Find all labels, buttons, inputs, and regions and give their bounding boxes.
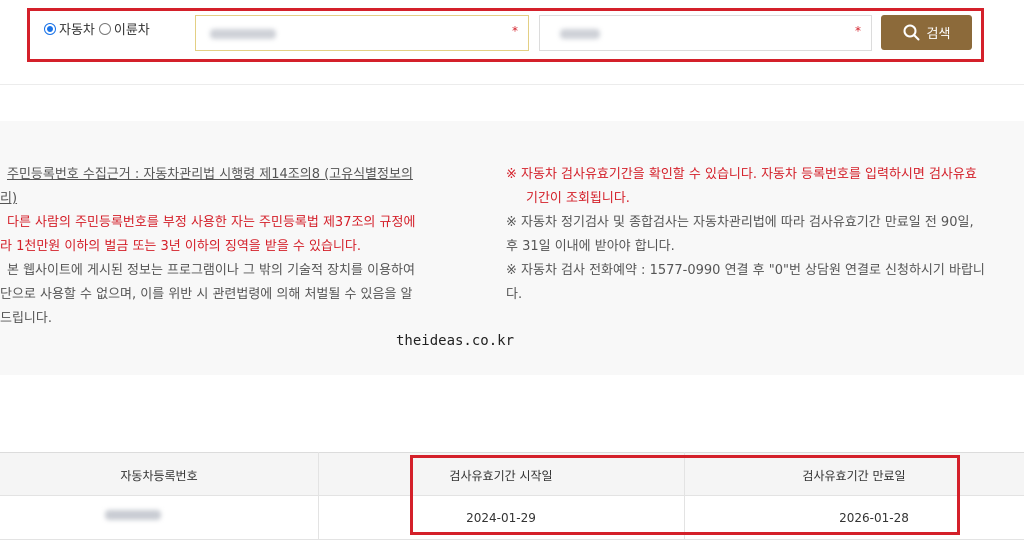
notice-line: 단으로 사용할 수 없으며, 이를 위반 시 관련법령에 의해 처벌될 수 있음… bbox=[0, 287, 413, 302]
radio-unchecked-icon[interactable] bbox=[98, 22, 111, 35]
radio-car[interactable]: 자동차 bbox=[44, 19, 95, 38]
notice-line: 리) bbox=[0, 191, 18, 206]
blurred-input-value bbox=[560, 29, 600, 39]
required-mark: * bbox=[512, 24, 518, 38]
radio-motorcycle[interactable]: 이륜차 bbox=[98, 19, 150, 38]
notice-right: ※ 자동차 검사유효기간을 확인할 수 있습니다. 자동차 등록번호를 입력하시… bbox=[506, 163, 1024, 307]
notice-line: 본 웹사이트에 게시된 정보는 프로그램이나 그 밖의 기술적 장치를 이용하여 bbox=[7, 263, 415, 278]
vehicle-type-radio-group: 자동차 이륜차 bbox=[44, 19, 154, 38]
radio-car-label[interactable]: 자동차 bbox=[59, 19, 95, 38]
search-button-label: 검색 bbox=[926, 27, 951, 42]
watermark-text: theideas.co.kr bbox=[396, 333, 515, 349]
notice-line: 드립니다. bbox=[0, 311, 52, 326]
notice-line: 주민등록번호 수집근거 : 자동차관리법 시행령 제14조의8 (고유식별정보의 bbox=[7, 167, 413, 182]
notice-line: ※ 자동차 정기검사 및 종합검사는 자동차관리법에 따라 검사유효기간 만료일… bbox=[506, 215, 974, 230]
notice-line: 라 1천만원 이하의 벌금 또는 3년 이하의 징역을 받을 수 있습니다. bbox=[0, 239, 361, 254]
required-mark: * bbox=[855, 24, 861, 38]
blurred-registration-number bbox=[105, 510, 161, 520]
divider bbox=[0, 84, 1024, 85]
notice-line: 다른 사람의 주민등록번호를 부정 사용한 자는 주민등록법 제37조의 규정에 bbox=[7, 215, 416, 230]
search-icon bbox=[903, 24, 920, 41]
result-highlight-frame bbox=[410, 455, 960, 535]
search-highlight-frame: 자동차 이륜차 * * 검색 bbox=[27, 8, 984, 62]
header-registration-number: 자동차등록번호 bbox=[120, 469, 198, 483]
notice-left: 주민등록번호 수집근거 : 자동차관리법 시행령 제14조의8 (고유식별정보의… bbox=[0, 163, 470, 331]
notice-line: ※ 자동차 검사유효기간을 확인할 수 있습니다. 자동차 등록번호를 입력하시… bbox=[506, 167, 977, 182]
blurred-input-value bbox=[210, 29, 276, 39]
radio-checked-icon[interactable] bbox=[44, 22, 56, 35]
radio-motorcycle-label[interactable]: 이륜차 bbox=[114, 19, 150, 38]
column-divider bbox=[318, 452, 319, 540]
notice-line: 다. bbox=[506, 287, 523, 302]
notice-line: 후 31일 이내에 받아야 합니다. bbox=[506, 239, 675, 254]
search-button[interactable]: 검색 bbox=[881, 15, 972, 50]
notice-line: 기간이 조회됩니다. bbox=[526, 191, 630, 206]
second-input[interactable]: * bbox=[539, 15, 872, 51]
notice-line: ※ 자동차 검사 전화예약 : 1577-0990 연결 후 "0"번 상담원 … bbox=[506, 263, 985, 278]
registration-number-input[interactable]: * bbox=[195, 15, 529, 51]
